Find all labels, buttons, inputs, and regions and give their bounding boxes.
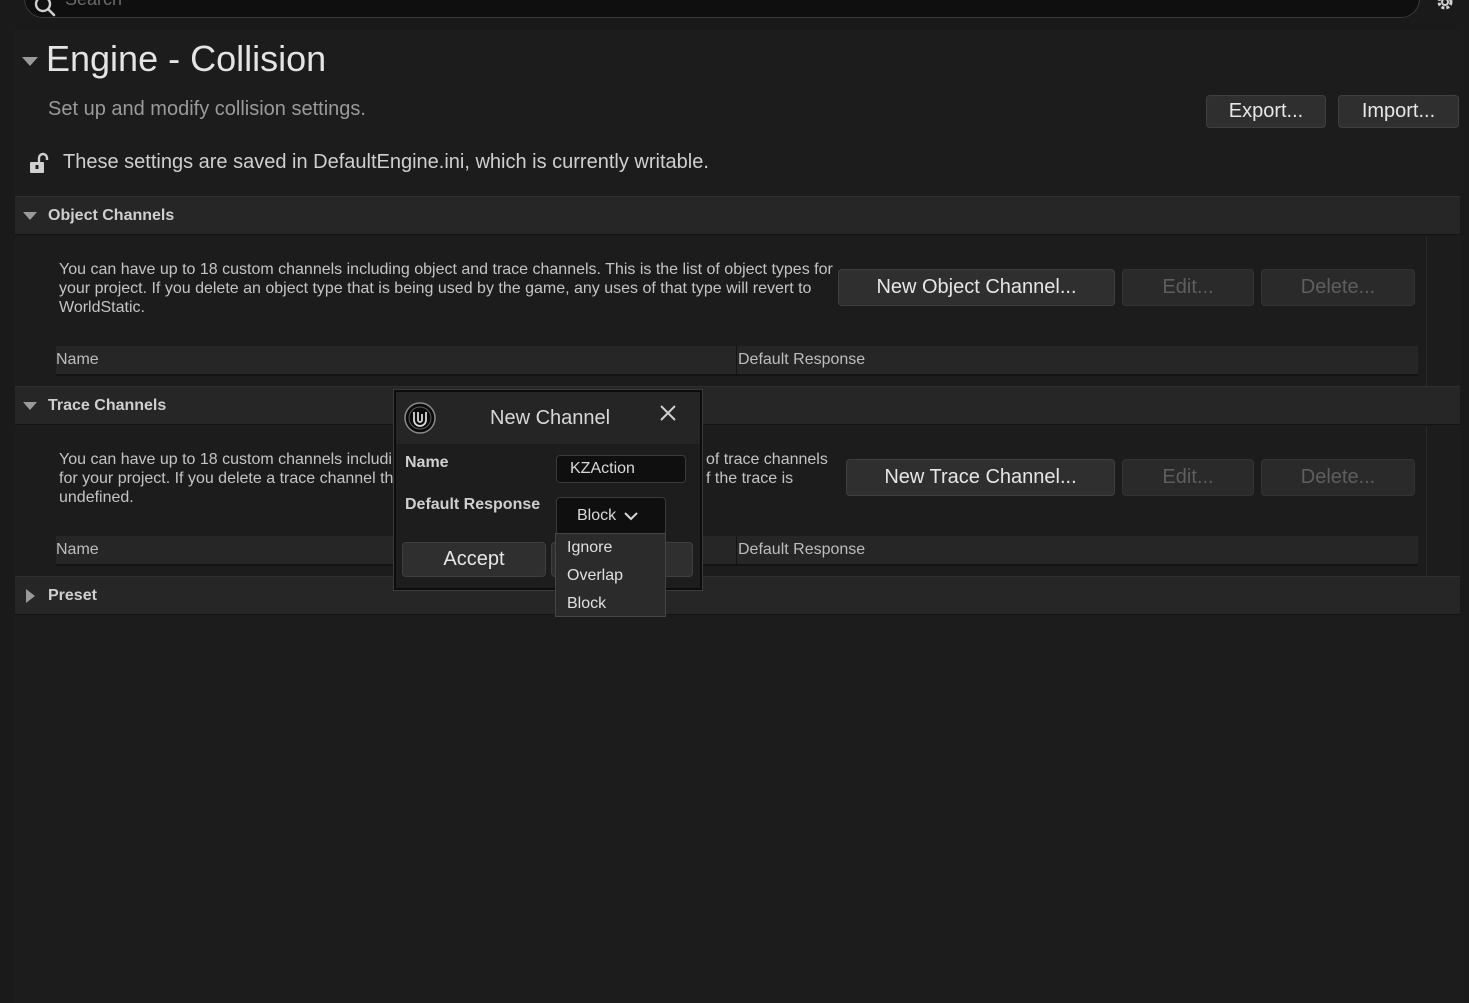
option-ignore[interactable]: Ignore [567, 539, 612, 557]
expand-arrow-icon [23, 212, 37, 220]
scrollbar[interactable] [1426, 426, 1461, 576]
import-button[interactable]: Import... [1338, 95, 1459, 128]
object-channels-description: You can have up to 18 custom channels in… [59, 261, 833, 316]
unreal-logo-icon [404, 402, 436, 434]
option-overlap[interactable]: Overlap [567, 567, 623, 585]
dialog-title: New Channel [490, 407, 611, 429]
option-block[interactable]: Block [567, 595, 606, 613]
object-channels-header[interactable]: Object Channels [15, 196, 1460, 235]
close-icon[interactable] [658, 403, 678, 428]
object-channels-table-header: Name Default Response [56, 346, 1418, 376]
default-response-label: Default Response [405, 496, 541, 513]
chevron-down-icon [623, 508, 639, 529]
accept-button[interactable]: Accept [402, 542, 546, 577]
trace-channels-table-header: Name Default Response [56, 536, 1418, 566]
selected-response: Block [577, 507, 617, 524]
section-title: Preset [48, 587, 97, 604]
delete-object-channel-button[interactable]: Delete... [1261, 269, 1415, 306]
column-divider[interactable] [736, 536, 737, 564]
gear-icon[interactable] [1432, 0, 1458, 20]
collapse-arrow-icon[interactable] [22, 57, 38, 66]
delete-trace-channel-button[interactable]: Delete... [1261, 459, 1415, 496]
expand-arrow-icon [26, 589, 35, 603]
edit-object-channel-button[interactable]: Edit... [1122, 269, 1254, 306]
scrollbar[interactable] [1426, 236, 1461, 386]
trace-channels-description: You can have up to 18 custom channels in… [59, 451, 394, 506]
search-placeholder: Search [65, 0, 122, 10]
new-trace-channel-button[interactable]: New Trace Channel... [846, 459, 1115, 496]
name-label: Name [405, 454, 449, 471]
column-name[interactable]: Name [56, 351, 99, 369]
column-default-response[interactable]: Default Response [738, 351, 865, 369]
page-subtitle: Set up and modify collision settings. [48, 98, 366, 120]
preset-header[interactable]: Preset [15, 576, 1460, 615]
response-dropdown-menu: Ignore Overlap Block [555, 533, 666, 617]
column-default-response[interactable]: Default Response [738, 541, 865, 559]
edit-trace-channel-button[interactable]: Edit... [1122, 459, 1254, 496]
new-object-channel-button[interactable]: New Object Channel... [838, 269, 1115, 306]
column-divider[interactable] [736, 346, 737, 374]
search-icon [33, 0, 57, 24]
channel-name-input[interactable]: KZAction [556, 455, 686, 483]
writable-notice: These settings are saved in DefaultEngin… [63, 151, 709, 173]
dialog-titlebar[interactable]: New Channel [396, 392, 700, 444]
unlocked-icon [28, 152, 52, 181]
expand-arrow-icon [23, 402, 37, 410]
search-bar[interactable]: Search [24, 0, 1420, 18]
export-button[interactable]: Export... [1206, 95, 1326, 128]
column-name[interactable]: Name [56, 541, 99, 559]
default-response-select[interactable]: Block [556, 497, 666, 535]
trace-channels-description-tail: of trace channels f the trace is [706, 451, 828, 487]
section-title: Object Channels [48, 207, 175, 224]
section-title: Trace Channels [48, 397, 167, 414]
trace-channels-header[interactable]: Trace Channels [15, 386, 1460, 425]
page-title: Engine - Collision [46, 38, 327, 79]
